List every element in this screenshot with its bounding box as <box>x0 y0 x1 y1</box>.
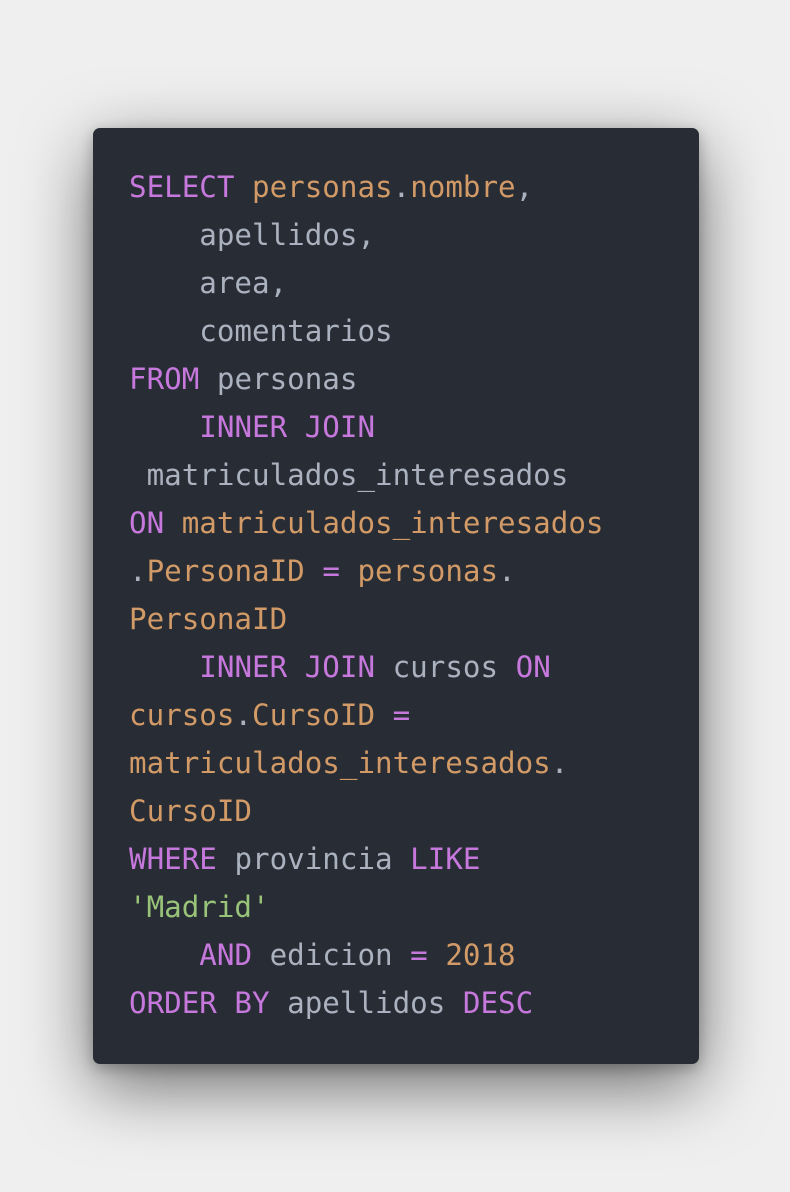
code-line: apellidos, <box>129 211 603 259</box>
code-line: cursos.CursoID = <box>129 691 603 739</box>
code-token-id <box>129 650 199 684</box>
code-token-id <box>129 938 199 972</box>
code-token-id: apellidos <box>269 986 463 1020</box>
code-token-kw: SELECT <box>129 170 235 204</box>
sql-code-block: SELECT personas.nombre, apellidos, area,… <box>129 163 603 1027</box>
code-token-id <box>340 554 358 588</box>
code-token-id: area, <box>129 266 288 300</box>
code-line: ON matriculados_interesados <box>129 499 603 547</box>
code-token-id <box>164 506 182 540</box>
code-token-id: edicion <box>252 938 411 972</box>
code-line: .PersonaID = personas. <box>129 547 603 595</box>
code-token-attr: personas <box>357 554 499 588</box>
code-token-attr: matriculados_interesados <box>181 506 604 540</box>
code-token-attr: CursoID <box>129 794 253 828</box>
code-token-punct: . <box>129 554 147 588</box>
code-line: matriculados_interesados <box>129 451 603 499</box>
code-token-attr: personas <box>252 170 393 204</box>
code-line: INNER JOIN <box>129 403 603 451</box>
code-token-kw: INNER JOIN <box>199 650 376 684</box>
code-token-num: 2018 <box>445 938 516 972</box>
code-line: area, <box>129 259 603 307</box>
code-line: matriculados_interesados. <box>129 739 603 787</box>
code-token-id <box>305 554 323 588</box>
code-line: CursoID <box>129 787 603 835</box>
code-token-op: = <box>322 554 340 588</box>
code-line: WHERE provincia LIKE <box>129 835 603 883</box>
code-line: INNER JOIN cursos ON <box>129 643 603 691</box>
code-snippet-window: SELECT personas.nombre, apellidos, area,… <box>93 128 699 1064</box>
code-token-str: 'Madrid' <box>129 890 270 924</box>
code-token-attr: PersonaID <box>146 554 305 588</box>
code-token-op: = <box>410 938 428 972</box>
code-token-kw: FROM <box>129 362 200 396</box>
code-line: FROM personas <box>129 355 603 403</box>
code-token-punct: . <box>392 170 411 204</box>
code-line: AND edicion = 2018 <box>129 931 603 979</box>
code-token-id: comentarios <box>129 314 393 348</box>
code-line: comentarios <box>129 307 603 355</box>
code-token-punct: , <box>515 170 534 204</box>
code-token-id: apellidos, <box>129 218 376 252</box>
code-token-id: cursos <box>375 650 516 684</box>
code-token-attr: nombre <box>410 170 516 204</box>
code-token-kw: ORDER BY <box>129 986 270 1020</box>
code-token-id <box>129 410 199 444</box>
code-token-id <box>375 698 393 732</box>
code-token-op: = <box>392 698 411 732</box>
code-token-id: provincia <box>216 842 411 876</box>
code-token-id: personas <box>199 362 358 396</box>
code-token-kw: ON <box>515 650 551 684</box>
code-line: SELECT personas.nombre, <box>129 163 603 211</box>
code-token-kw: LIKE <box>410 842 481 876</box>
code-token-attr: PersonaID <box>129 602 288 636</box>
code-token-attr: cursos <box>129 698 235 732</box>
code-token-id <box>428 938 446 972</box>
code-token-kw: INNER JOIN <box>199 410 376 444</box>
code-token-punct: . <box>498 554 516 588</box>
code-token-id: matriculados_interesados <box>129 458 569 492</box>
code-token-kw: DESC <box>462 986 534 1020</box>
code-token-id <box>234 170 252 204</box>
code-line: PersonaID <box>129 595 603 643</box>
code-line: ORDER BY apellidos DESC <box>129 979 603 1027</box>
code-token-punct: . <box>550 746 569 780</box>
code-line: 'Madrid' <box>129 883 603 931</box>
code-token-attr: matriculados_interesados <box>129 746 551 780</box>
code-token-kw: WHERE <box>129 842 217 876</box>
code-token-punct: . <box>234 698 253 732</box>
code-token-attr: CursoID <box>252 698 376 732</box>
code-token-kw: AND <box>199 938 253 972</box>
code-token-kw: ON <box>129 506 165 540</box>
